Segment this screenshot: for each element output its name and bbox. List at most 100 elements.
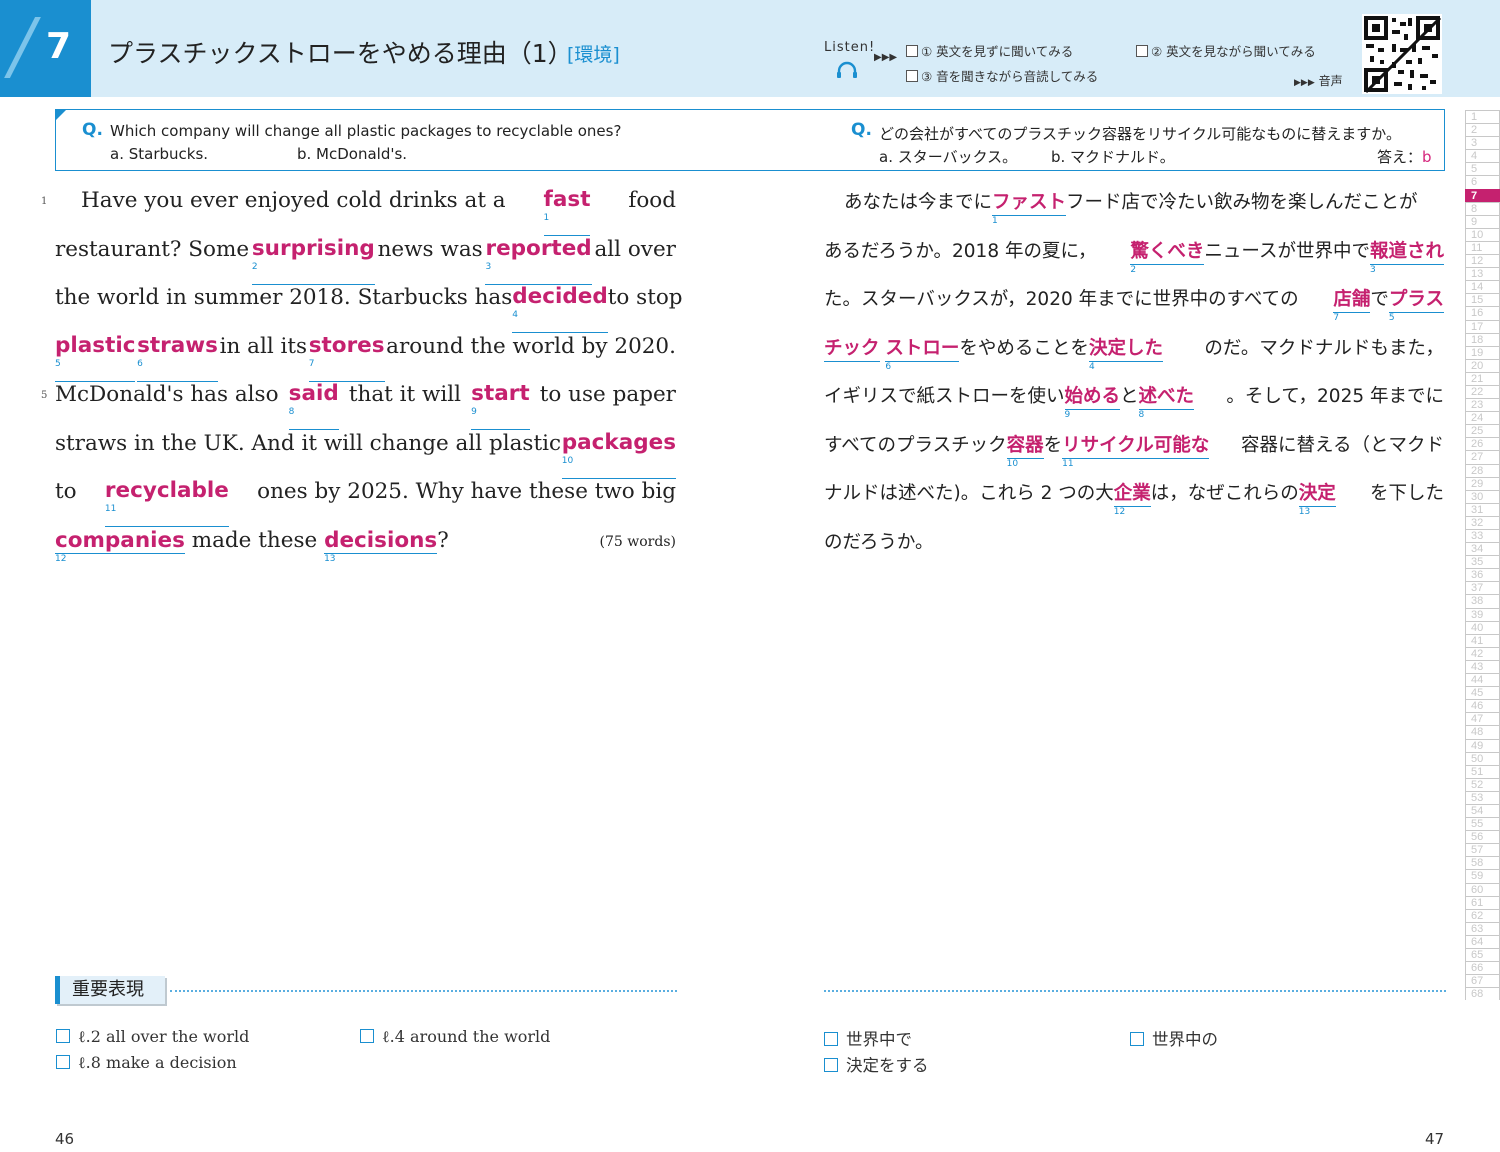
- unit-index-tab[interactable]: 13: [1465, 267, 1500, 281]
- unit-index-tab[interactable]: 59: [1465, 869, 1500, 883]
- checkbox[interactable]: [360, 1029, 374, 1043]
- key-expression-item-jp[interactable]: 世界中の: [1130, 1026, 1218, 1050]
- unit-index-tab[interactable]: 61: [1465, 895, 1500, 909]
- vocab-word[interactable]: decisions 13: [324, 529, 438, 564]
- unit-index-tab[interactable]: 10: [1465, 227, 1500, 241]
- task-listen-without-text[interactable]: ① 英文を見ずに聞いてみる: [906, 41, 1073, 60]
- qr-code-icon[interactable]: [1362, 14, 1442, 94]
- vocab-word[interactable]: companies 12: [55, 529, 185, 564]
- unit-index-tab[interactable]: 39: [1465, 607, 1500, 621]
- unit-index-tab[interactable]: 45: [1465, 686, 1500, 700]
- vocab-word[interactable]: recyclable 11: [104, 479, 229, 527]
- vocab-word-jp[interactable]: チック: [824, 337, 880, 362]
- checkbox[interactable]: [56, 1055, 70, 1069]
- unit-index-tab[interactable]: 32: [1465, 515, 1500, 529]
- vocab-word-jp[interactable]: 店舗 7: [1333, 288, 1371, 323]
- unit-index-tab[interactable]: 21: [1465, 371, 1500, 385]
- unit-index-tab[interactable]: 43: [1465, 659, 1500, 674]
- unit-index-tab[interactable]: 6: [1465, 175, 1500, 189]
- vocab-word[interactable]: packages 10: [561, 431, 676, 479]
- task-read-aloud[interactable]: ③ 音を聞きながら音読してみる: [906, 66, 1098, 85]
- unit-index-tab[interactable]: 1: [1465, 110, 1500, 124]
- unit-index-tab[interactable]: 41: [1465, 633, 1500, 647]
- task-listen-with-text[interactable]: ② 英文を見ながら聞いてみる: [1136, 41, 1316, 60]
- checkbox[interactable]: [824, 1058, 838, 1072]
- unit-index-tab[interactable]: 65: [1465, 948, 1500, 962]
- unit-index-tab[interactable]: 25: [1465, 424, 1500, 438]
- unit-index-tab[interactable]: 47: [1465, 712, 1500, 726]
- unit-index-tab[interactable]: 44: [1465, 673, 1500, 687]
- unit-index-tab[interactable]: 7: [1465, 188, 1500, 202]
- unit-index-tab[interactable]: 2: [1465, 123, 1500, 137]
- unit-index-tab[interactable]: 55: [1465, 817, 1500, 831]
- unit-index-tab[interactable]: 52: [1465, 777, 1500, 791]
- unit-index-tab[interactable]: 63: [1465, 921, 1500, 935]
- key-expression-item[interactable]: ℓ.8 make a decision: [56, 1053, 237, 1073]
- unit-index-tab[interactable]: 56: [1465, 830, 1500, 844]
- vocab-word[interactable]: said 8: [288, 382, 339, 430]
- unit-index-tab[interactable]: 5: [1465, 162, 1500, 176]
- key-expression-item-jp[interactable]: 世界中で: [824, 1026, 912, 1050]
- unit-index-tab[interactable]: 26: [1465, 437, 1500, 451]
- vocab-word-jp[interactable]: 企業 12: [1113, 482, 1151, 517]
- unit-index-tab[interactable]: 48: [1465, 725, 1500, 739]
- unit-index-tab[interactable]: 34: [1465, 542, 1500, 556]
- unit-index-tab[interactable]: 22: [1465, 384, 1500, 399]
- unit-index-tab[interactable]: 4: [1465, 149, 1500, 163]
- unit-index-tab[interactable]: 36: [1465, 568, 1500, 582]
- unit-index-tab[interactable]: 28: [1465, 463, 1500, 477]
- key-expression-item-jp[interactable]: 決定をする: [824, 1052, 929, 1076]
- unit-index-tab[interactable]: 50: [1465, 751, 1500, 765]
- unit-index-tab[interactable]: 46: [1465, 699, 1500, 713]
- unit-index-tab[interactable]: 15: [1465, 293, 1500, 307]
- vocab-word[interactable]: surprising 2: [251, 237, 375, 285]
- unit-index-tab[interactable]: 40: [1465, 620, 1500, 634]
- unit-index-tab[interactable]: 37: [1465, 581, 1500, 595]
- vocab-word[interactable]: stores 7: [308, 334, 385, 382]
- unit-index-tab[interactable]: 19: [1465, 345, 1500, 359]
- checkbox[interactable]: [56, 1029, 70, 1043]
- vocab-word-jp[interactable]: ストロー 6: [885, 337, 960, 372]
- unit-index-tab[interactable]: 58: [1465, 856, 1500, 870]
- vocab-word[interactable]: start 9: [471, 382, 530, 430]
- vocab-word[interactable]: reported 3: [485, 237, 592, 285]
- vocab-word[interactable]: plastic 5: [55, 334, 136, 382]
- unit-index-tab[interactable]: 33: [1465, 529, 1500, 543]
- vocab-word[interactable]: fast 1: [543, 188, 591, 236]
- unit-index-tab[interactable]: 12: [1465, 254, 1500, 268]
- unit-index-tab[interactable]: 11: [1465, 240, 1500, 255]
- checkbox[interactable]: [906, 45, 918, 57]
- unit-index-tab[interactable]: 67: [1465, 974, 1500, 988]
- vocab-word-jp[interactable]: 容器 10: [1006, 434, 1044, 469]
- vocab-word-jp[interactable]: 述べた 8: [1138, 385, 1195, 420]
- unit-index-tab[interactable]: 29: [1465, 476, 1500, 490]
- unit-index-tab[interactable]: 14: [1465, 280, 1500, 294]
- unit-index-tab[interactable]: 8: [1465, 201, 1500, 215]
- unit-index-tab[interactable]: 24: [1465, 411, 1500, 425]
- unit-index-tab[interactable]: 53: [1465, 790, 1500, 804]
- unit-index-tab[interactable]: 31: [1465, 502, 1500, 516]
- key-expression-item[interactable]: ℓ.2 all over the world: [56, 1027, 249, 1047]
- unit-index-tab[interactable]: 68: [1465, 987, 1500, 1001]
- checkbox[interactable]: [1130, 1032, 1144, 1046]
- unit-index-tab[interactable]: 17: [1465, 319, 1500, 333]
- vocab-word-jp[interactable]: プラス 5: [1388, 288, 1444, 323]
- unit-index-tab[interactable]: 66: [1465, 961, 1500, 975]
- vocab-word[interactable]: straws 6: [137, 334, 218, 382]
- vocab-word-jp[interactable]: 報道され 3: [1369, 240, 1444, 275]
- unit-index-tab[interactable]: 60: [1465, 882, 1500, 896]
- unit-index-tab[interactable]: 49: [1465, 738, 1500, 752]
- checkbox[interactable]: [906, 70, 918, 82]
- unit-index-tab[interactable]: 18: [1465, 332, 1500, 346]
- vocab-word-jp[interactable]: 決定 13: [1298, 482, 1336, 517]
- vocab-word-jp[interactable]: ファスト 1: [992, 191, 1067, 226]
- vocab-word-jp[interactable]: 決定した 4: [1088, 337, 1163, 372]
- unit-index-tab[interactable]: 38: [1465, 594, 1500, 608]
- unit-index-tab[interactable]: 35: [1465, 555, 1500, 569]
- unit-index-tab[interactable]: 16: [1465, 306, 1500, 320]
- unit-index-tab[interactable]: 9: [1465, 214, 1500, 228]
- vocab-word-jp[interactable]: 驚くべき 2: [1130, 240, 1205, 275]
- key-expression-item[interactable]: ℓ.4 around the world: [360, 1027, 550, 1047]
- unit-index-tab[interactable]: 20: [1465, 358, 1500, 372]
- unit-index-tab[interactable]: 51: [1465, 764, 1500, 778]
